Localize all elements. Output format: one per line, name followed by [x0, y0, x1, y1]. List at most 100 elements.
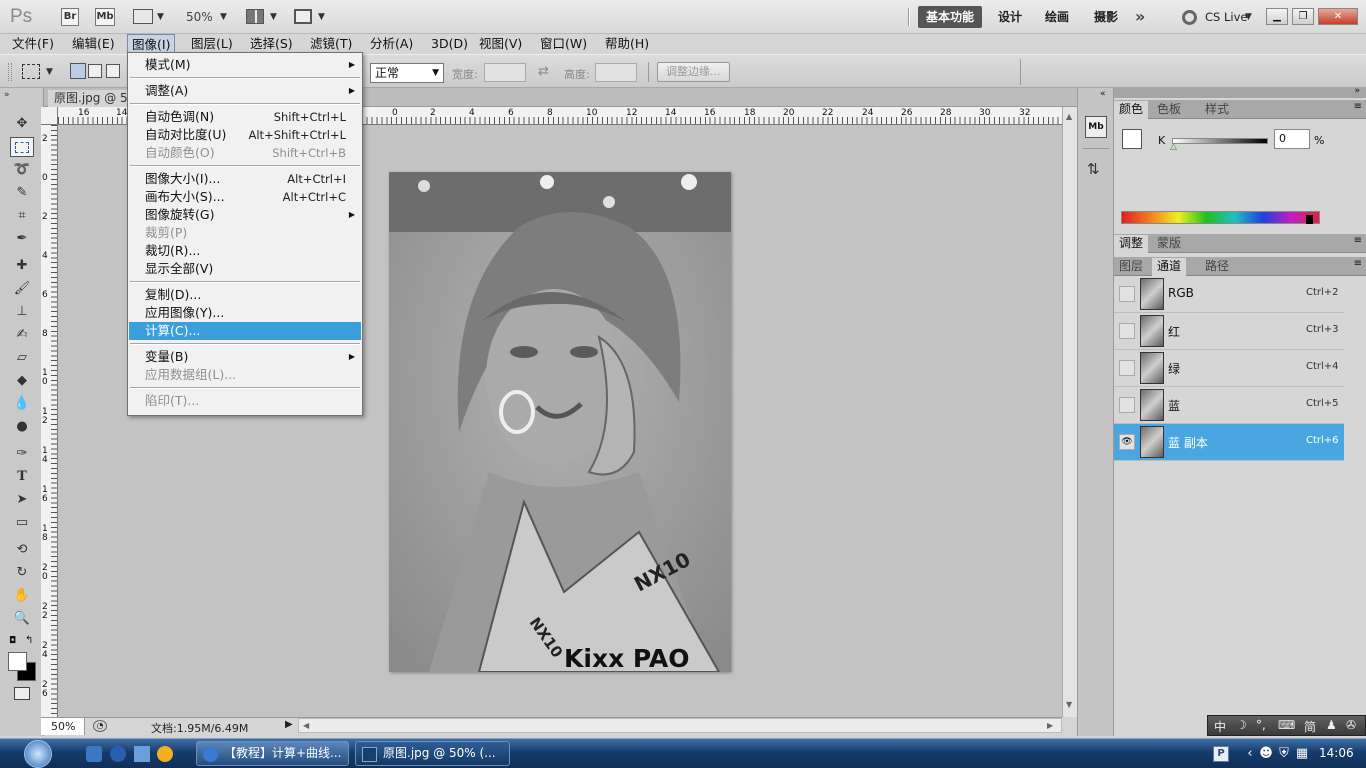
document-tab[interactable]: 原图.jpg @ 5 — [48, 90, 134, 107]
channel-row[interactable]: 👁 蓝 副本 Ctrl+6 — [1114, 424, 1344, 461]
hand-tool-icon[interactable]: ✋ — [10, 586, 34, 606]
color-ramp[interactable] — [1121, 211, 1320, 224]
workspace-painting[interactable]: 绘画 — [1037, 6, 1077, 28]
channel-row[interactable]: RGB Ctrl+2 — [1114, 276, 1344, 313]
collapse-panel-icon[interactable]: « — [1100, 89, 1106, 99]
menu-item[interactable]: 显示全部(V) — [129, 260, 361, 278]
3d-rotate-tool-icon[interactable]: ⟲ — [10, 540, 34, 560]
history-panel-icon[interactable]: ⇅ — [1087, 160, 1100, 178]
channel-row[interactable]: 蓝 Ctrl+5 — [1114, 387, 1344, 424]
menu-item[interactable]: 自动对比度(U) Alt+Shift+Ctrl+L — [129, 126, 361, 144]
channel-row[interactable]: 红 Ctrl+3 — [1114, 313, 1344, 350]
eraser-tool-icon[interactable]: ▱ — [10, 348, 34, 368]
vertical-scrollbar[interactable]: ▲ ▼ — [1062, 107, 1077, 717]
menu-layer[interactable]: 图层(L) — [187, 34, 237, 54]
workspace-design[interactable]: 设计 — [990, 6, 1030, 28]
width-field[interactable] — [484, 63, 526, 82]
tab-adjustments[interactable]: 调整 — [1114, 235, 1149, 253]
settings-icon[interactable]: ✇ — [1346, 718, 1356, 732]
visibility-toggle[interactable] — [1119, 323, 1135, 339]
qq-icon[interactable] — [157, 746, 173, 762]
chevron-down-icon[interactable]: ▼ — [318, 12, 325, 22]
network-tray-icon[interactable]: ▦ — [1294, 746, 1310, 762]
menu-item[interactable]: 计算(C)... — [129, 322, 361, 340]
start-button[interactable] — [24, 740, 52, 768]
menu-item[interactable]: 裁切(R)... — [129, 242, 361, 260]
type-tool-icon[interactable]: T — [10, 467, 34, 487]
channel-row[interactable]: 绿 Ctrl+4 — [1114, 350, 1344, 387]
workspace-essentials[interactable]: 基本功能 — [918, 6, 983, 28]
ruler-origin[interactable] — [41, 107, 58, 125]
color-ramp-black[interactable] — [1306, 215, 1313, 224]
k-value-field[interactable]: 0 — [1274, 129, 1310, 149]
menu-item[interactable]: 图像大小(I)... Alt+Ctrl+I — [129, 170, 361, 188]
menu-window[interactable]: 窗口(W) — [536, 34, 591, 54]
tab-layers[interactable]: 图层 — [1114, 258, 1148, 276]
3d-orbit-tool-icon[interactable]: ↻ — [10, 563, 34, 583]
scroll-up-icon[interactable]: ▲ — [1066, 112, 1072, 121]
taskbar-browser-window[interactable]: 【教程】计算+曲线... — [196, 741, 349, 766]
lasso-tool-icon[interactable]: ➰ — [10, 160, 34, 180]
quick-selection-tool-icon[interactable]: ✎ — [10, 183, 34, 203]
tab-masks[interactable]: 蒙版 — [1152, 235, 1186, 253]
view-extras-icon[interactable] — [133, 9, 153, 24]
arrange-documents-icon[interactable] — [246, 9, 264, 24]
mini-bridge-button[interactable]: Mb — [95, 8, 115, 26]
blur-tool-icon[interactable]: 💧 — [10, 394, 34, 414]
menu-item[interactable]: 画布大小(S)... Alt+Ctrl+C — [129, 188, 361, 206]
restore-button[interactable]: ❐ — [1292, 8, 1314, 25]
ie-icon[interactable] — [86, 746, 102, 762]
grip-handle[interactable] — [8, 63, 12, 81]
menu-image[interactable]: 图像(I) — [127, 34, 176, 54]
tab-channels[interactable]: 通道 — [1152, 258, 1187, 276]
scroll-down-icon[interactable]: ▼ — [1066, 700, 1072, 709]
subtract-selection-icon[interactable] — [106, 64, 120, 78]
new-selection-icon[interactable] — [70, 63, 86, 79]
marquee-preset-icon[interactable] — [22, 64, 40, 79]
eyedropper-tool-icon[interactable]: ✒ — [10, 229, 34, 249]
menu-item[interactable]: 调整(A) ▶ — [129, 82, 361, 100]
chevron-down-icon[interactable]: ▼ — [46, 67, 53, 77]
zoom-field[interactable]: 50% — [41, 718, 85, 735]
qq-tray-icon[interactable]: ☻ — [1258, 746, 1274, 762]
foreground-swatch[interactable] — [1122, 129, 1142, 149]
menu-view[interactable]: 视图(V) — [475, 34, 526, 54]
slider-thumb-icon[interactable]: △ — [1170, 142, 1177, 152]
menu-filter[interactable]: 滤镜(T) — [306, 34, 356, 54]
menu-edit[interactable]: 编辑(E) — [68, 34, 119, 54]
horizontal-scrollbar[interactable]: ◀ ▶ — [298, 718, 1062, 733]
move-tool-icon[interactable]: ✥ — [10, 114, 34, 134]
user-icon[interactable]: ♟ — [1326, 718, 1337, 732]
menu-item[interactable]: 自动色调(N) Shift+Ctrl+L — [129, 108, 361, 126]
chevron-down-icon[interactable]: ▼ — [270, 12, 277, 22]
visibility-toggle[interactable] — [1119, 286, 1135, 302]
tab-styles[interactable]: 样式 — [1200, 101, 1234, 119]
brush-tool-icon[interactable]: 🖌 — [10, 279, 34, 299]
tab-swatches[interactable]: 色板 — [1152, 101, 1186, 119]
tab-paths[interactable]: 路径 — [1200, 258, 1234, 276]
menu-item[interactable]: 模式(M) ▶ — [129, 56, 361, 74]
visibility-toggle[interactable] — [1119, 360, 1135, 376]
menu-3d[interactable]: 3D(D) — [427, 34, 472, 54]
menu-select[interactable]: 选择(S) — [246, 34, 297, 54]
mini-bridge-panel-icon[interactable]: Mb — [1085, 116, 1107, 138]
workspace-photography[interactable]: 摄影 — [1086, 6, 1126, 28]
keyboard-icon[interactable]: ⌨ — [1278, 718, 1295, 732]
zoom-level[interactable]: 50% — [186, 10, 213, 24]
swap-colors-icon[interactable]: ↰ — [25, 635, 33, 646]
quick-mask-icon[interactable] — [14, 687, 30, 700]
security-tray-icon[interactable]: ⛨ — [1276, 746, 1292, 762]
panel-menu-icon[interactable]: ≡ — [1354, 101, 1362, 112]
expand-panel-icon[interactable]: » — [4, 90, 10, 100]
panel-menu-icon[interactable]: ≡ — [1354, 258, 1362, 269]
chevron-down-icon[interactable]: ▼ — [220, 12, 227, 22]
status-info-icon[interactable]: ◔ — [93, 720, 107, 732]
menu-item[interactable]: 应用图像(Y)... — [129, 304, 361, 322]
menu-item[interactable]: 变量(B) ▶ — [129, 348, 361, 366]
clock[interactable]: 14:06 — [1319, 746, 1354, 760]
menu-item[interactable]: 复制(D)... — [129, 286, 361, 304]
screen-mode-icon[interactable] — [294, 9, 312, 24]
taskbar-photoshop-window[interactable]: 原图.jpg @ 50% (... — [355, 741, 510, 766]
chevron-down-icon[interactable]: ▼ — [1245, 12, 1252, 22]
menu-item[interactable]: 图像旋转(G) ▶ — [129, 206, 361, 224]
